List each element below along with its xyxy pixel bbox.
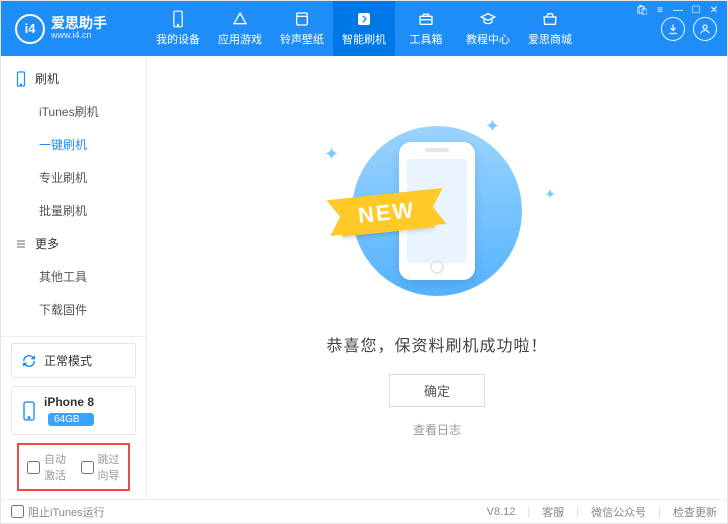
wechat-link[interactable]: 微信公众号 (591, 504, 646, 520)
version-label: V8.12 (487, 506, 516, 518)
tab-label: 铃声壁纸 (280, 31, 324, 47)
window-controls: 🛍 ≡ — ☐ ✕ (636, 4, 720, 16)
device-info[interactable]: iPhone 8 64GB (11, 386, 136, 435)
tab-label: 教程中心 (466, 31, 510, 47)
menu-icon[interactable]: ≡ (654, 4, 666, 16)
support-link[interactable]: 客服 (542, 504, 564, 520)
tab-music[interactable]: 铃声壁纸 (271, 1, 333, 56)
maximize-icon[interactable]: ☐ (690, 4, 702, 16)
sidebar-item[interactable]: 批量刷机 (1, 194, 146, 227)
shop-icon (541, 10, 559, 28)
phone-icon (22, 401, 36, 421)
sparkle-icon: ✦ (324, 144, 339, 165)
tab-edu[interactable]: 教程中心 (457, 1, 519, 56)
ok-button[interactable]: 确定 (389, 374, 485, 407)
device-name: iPhone 8 (44, 395, 94, 409)
success-message: 恭喜您，保资料刷机成功啦！ (326, 332, 547, 356)
device-icon (15, 71, 27, 87)
toolbox-icon (417, 10, 435, 28)
close-icon[interactable]: ✕ (708, 4, 720, 16)
logo-icon: i4 (15, 14, 45, 44)
user-icon[interactable] (693, 17, 717, 41)
sidebar-item[interactable]: 下载固件 (1, 293, 146, 326)
edu-icon (479, 10, 497, 28)
sidebar-item[interactable]: 高级功能 (1, 326, 146, 336)
sidebar: 刷机iTunes刷机一键刷机专业刷机批量刷机更多其他工具下载固件高级功能 正常模… (1, 56, 147, 499)
tab-flash[interactable]: 智能刷机 (333, 1, 395, 56)
sparkle-icon: ✦ (485, 116, 500, 137)
tab-label: 应用游戏 (218, 31, 262, 47)
success-illustration: ✦ ✦ ✦ NEW (322, 116, 552, 306)
cart-icon[interactable]: 🛍 (636, 4, 648, 16)
app-header: 🛍 ≡ — ☐ ✕ i4 爱思助手 www.i4.cn 我的设备 应用游戏 铃声壁纸… (1, 1, 727, 56)
sidebar-group-flash[interactable]: 刷机 (1, 62, 146, 95)
storage-badge: 64GB (48, 413, 94, 426)
tab-label: 爱思商城 (528, 31, 572, 47)
brand-name: 爱思助手 (51, 16, 107, 30)
minimize-icon[interactable]: — (672, 4, 684, 16)
refresh-icon (22, 354, 36, 368)
brand-url: www.i4.cn (51, 30, 107, 41)
brand-area: i4 爱思助手 www.i4.cn (1, 14, 147, 44)
auto-activate-checkbox[interactable]: 自动激活 (27, 451, 67, 483)
sparkle-icon: ✦ (544, 186, 556, 203)
skip-guide-checkbox[interactable]: 跳过向导 (81, 451, 121, 483)
main-tabs: 我的设备 应用游戏 铃声壁纸 智能刷机 工具箱 教程中心 爱思商城 (147, 1, 581, 56)
tab-toolbox[interactable]: 工具箱 (395, 1, 457, 56)
sidebar-group-more[interactable]: 更多 (1, 227, 146, 260)
sidebar-item[interactable]: iTunes刷机 (1, 95, 146, 128)
sidebar-item[interactable]: 专业刷机 (1, 161, 146, 194)
tab-label: 工具箱 (410, 31, 443, 47)
flash-icon (355, 10, 373, 28)
tab-apps[interactable]: 应用游戏 (209, 1, 271, 56)
tab-label: 智能刷机 (342, 31, 386, 47)
tab-phone[interactable]: 我的设备 (147, 1, 209, 56)
download-icon[interactable] (661, 17, 685, 41)
flash-options: 自动激活 跳过向导 (17, 443, 130, 491)
check-update-link[interactable]: 检查更新 (673, 504, 717, 520)
block-itunes-checkbox[interactable]: 阻止iTunes运行 (11, 504, 105, 520)
status-bar: 阻止iTunes运行 V8.12 | 客服 | 微信公众号 | 检查更新 (1, 499, 727, 523)
apps-icon (231, 10, 249, 28)
sidebar-item[interactable]: 一键刷机 (1, 128, 146, 161)
tab-label: 我的设备 (156, 31, 200, 47)
mode-label: 正常模式 (44, 352, 92, 369)
tab-shop[interactable]: 爱思商城 (519, 1, 581, 56)
view-log-link[interactable]: 查看日志 (413, 421, 461, 438)
phone-icon (169, 10, 187, 28)
list-icon (15, 238, 27, 250)
music-icon (293, 10, 311, 28)
device-mode[interactable]: 正常模式 (11, 343, 136, 378)
main-content: ✦ ✦ ✦ NEW 恭喜您，保资料刷机成功啦！ 确定 查看日志 (147, 56, 727, 499)
sidebar-item[interactable]: 其他工具 (1, 260, 146, 293)
